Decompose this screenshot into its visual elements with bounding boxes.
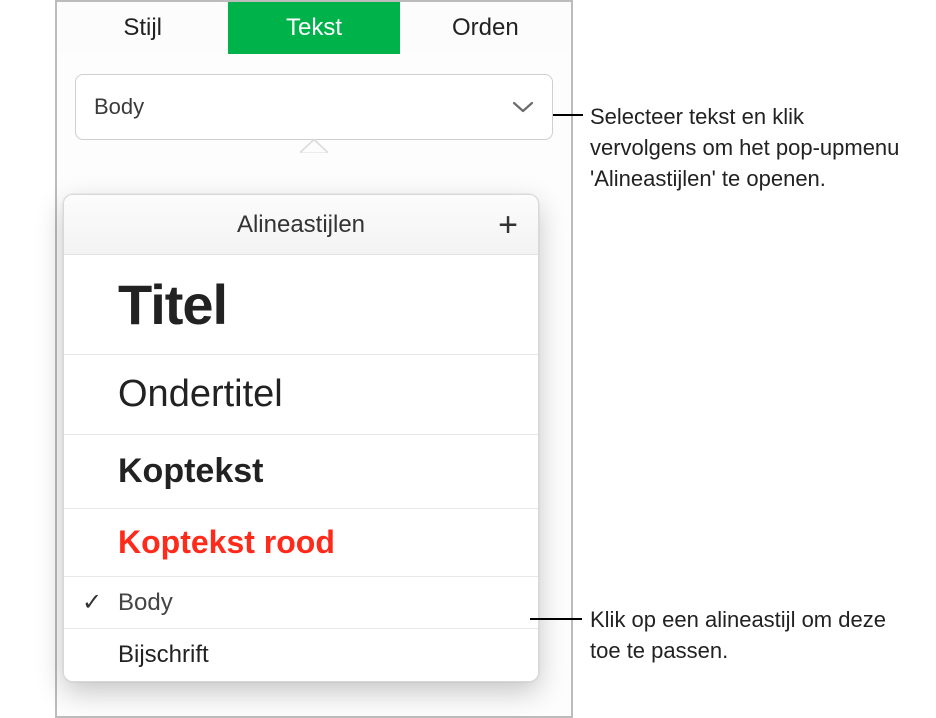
style-option-koptekst-rood[interactable]: Koptekst rood <box>64 509 538 577</box>
style-label: Koptekst <box>118 452 263 491</box>
style-label: Koptekst rood <box>118 524 335 561</box>
paragraph-styles-popup: Alineastijlen + Titel Ondertitel Kopteks… <box>63 194 539 682</box>
tab-order[interactable]: Orden <box>400 2 571 54</box>
inspector-tabs: Stijl Tekst Orden <box>57 2 571 54</box>
tab-text[interactable]: Tekst <box>228 2 399 54</box>
callout-line-2 <box>530 618 582 620</box>
add-style-button[interactable]: + <box>490 207 526 243</box>
paragraph-style-selector[interactable]: Body <box>75 74 553 140</box>
check-icon: ✓ <box>82 588 102 617</box>
style-option-ondertitel[interactable]: Ondertitel <box>64 355 538 435</box>
style-option-body[interactable]: ✓ Body <box>64 577 538 629</box>
callout-line-1 <box>553 114 583 116</box>
style-label: Bijschrift <box>118 641 209 669</box>
style-option-titel[interactable]: Titel <box>64 255 538 355</box>
chevron-down-icon <box>512 100 534 114</box>
style-option-bijschrift[interactable]: Bijschrift <box>64 629 538 681</box>
paragraph-style-current: Body <box>94 94 144 120</box>
callout-apply-style: Klik op een alineastijl om deze toe te p… <box>590 605 910 667</box>
popup-title: Alineastijlen + <box>64 195 538 255</box>
style-label: Body <box>118 589 173 617</box>
popup-title-text: Alineastijlen <box>237 211 365 239</box>
popup-pointer-icon <box>300 139 328 153</box>
style-label: Ondertitel <box>118 373 283 416</box>
callout-open-menu: Selecteer tekst en klik vervolgens om he… <box>590 102 910 194</box>
paragraph-style-selector-wrap: Body <box>57 54 571 140</box>
style-option-koptekst[interactable]: Koptekst <box>64 435 538 509</box>
tab-style[interactable]: Stijl <box>57 2 228 54</box>
style-label: Titel <box>118 272 227 337</box>
